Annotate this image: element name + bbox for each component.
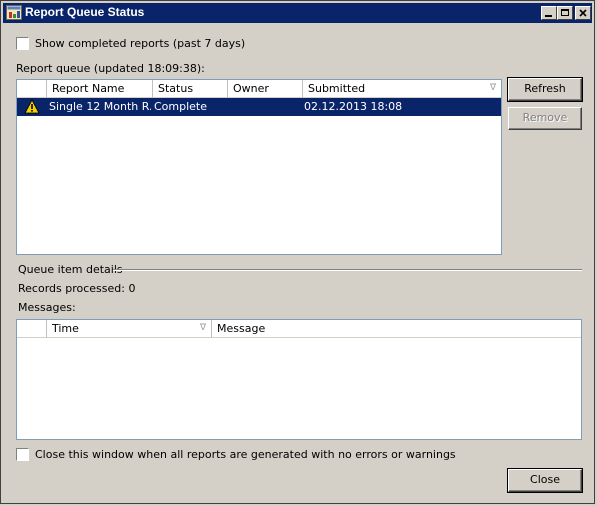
title-bar[interactable]: Report Queue Status [3, 3, 592, 23]
queue-item-details-label: Queue item details [18, 263, 123, 276]
close-when-done-checkbox[interactable] [16, 448, 29, 461]
app-report-icon [6, 5, 22, 20]
maximize-icon [561, 9, 569, 16]
close-button[interactable]: Close [507, 468, 583, 493]
sort-arrow-icon: ∇ [489, 83, 496, 93]
messages-column-header-time[interactable]: Time ∇ [47, 320, 212, 338]
details-divider [113, 269, 582, 271]
column-header-owner[interactable]: Owner [228, 80, 303, 98]
sort-arrow-icon: ∇ [199, 323, 206, 333]
refresh-button[interactable]: Refresh [507, 77, 583, 102]
show-completed-label: Show completed reports (past 7 days) [35, 37, 246, 50]
submitted-cell: 02.12.2013 18:08 [304, 100, 403, 113]
column-header-submitted[interactable]: Submitted ∇ [303, 80, 501, 98]
close-icon [579, 9, 587, 17]
minimize-button[interactable] [541, 6, 557, 20]
status-cell: Complete [154, 100, 208, 113]
minimize-icon [545, 15, 552, 17]
report-queue-label: Report queue (updated 18:09:38): [16, 62, 205, 75]
messages-list[interactable]: Time ∇ Message [16, 319, 582, 440]
table-row[interactable]: Single 12 Month R... Complete 02.12.2013… [17, 98, 501, 116]
window-title: Report Queue Status [25, 5, 145, 19]
messages-label: Messages: [18, 301, 76, 314]
column-header-submitted-label: Submitted [308, 82, 366, 95]
messages-column-header-time-label: Time [52, 322, 79, 335]
remove-button[interactable]: Remove [508, 107, 582, 130]
report-queue-window: Report Queue Status Show completed repor… [0, 0, 595, 504]
column-header-report-name[interactable]: Report Name [47, 80, 153, 98]
warning-icon [24, 99, 40, 120]
close-window-button[interactable] [575, 6, 591, 20]
maximize-button[interactable] [557, 6, 573, 20]
close-when-done-label: Close this window when all reports are g… [35, 448, 456, 461]
report-name-cell: Single 12 Month R... [49, 100, 151, 113]
messages-column-header-message[interactable]: Message [212, 320, 581, 338]
column-header-icon[interactable] [17, 80, 47, 98]
messages-column-header-icon[interactable] [17, 320, 47, 338]
column-header-status[interactable]: Status [153, 80, 228, 98]
show-completed-checkbox[interactable] [16, 37, 29, 50]
report-queue-list[interactable]: Report Name Status Owner Submitted ∇ Sin… [16, 79, 502, 255]
records-processed-text: Records processed: 0 [18, 282, 136, 295]
